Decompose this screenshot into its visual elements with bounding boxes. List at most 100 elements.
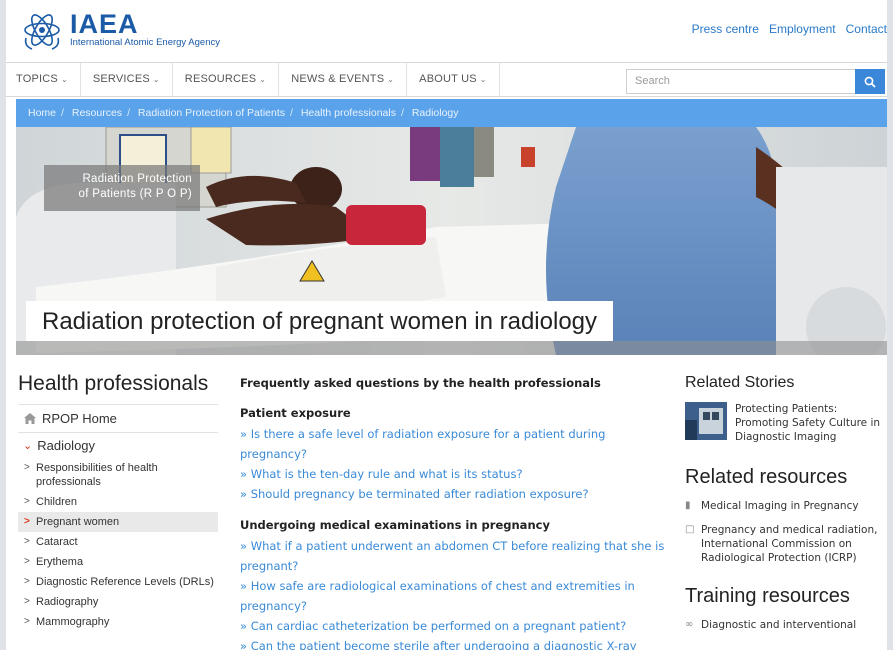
faq-heading: Frequently asked questions by the health…	[240, 376, 601, 390]
rpop-tag-line2: of Patients (R P O P)	[78, 188, 192, 200]
faq-link[interactable]: » What is the ten-day rule and what is i…	[240, 464, 665, 484]
training-link[interactable]: ∞ Diagnostic and interventional	[685, 618, 885, 632]
press-centre-link[interactable]: Press centre	[692, 22, 759, 36]
nav-services[interactable]: SERVICES ⌄	[81, 63, 173, 96]
sidebar-item-label: Diagnostic Reference Levels (DRLs)	[36, 576, 214, 588]
logo-fullname: International Atomic Energy Agency	[70, 37, 220, 48]
search-input[interactable]: Search	[626, 69, 856, 94]
resource-link[interactable]: □ Pregnancy and medical radiation, Inter…	[685, 523, 885, 565]
faq-link[interactable]: » Should pregnancy be terminated after r…	[240, 484, 665, 504]
chevron-down-icon: ⌄	[23, 440, 33, 452]
chevron-down-icon: ⌄	[387, 75, 395, 84]
sidebar-radiology-label: Radiology	[37, 438, 96, 453]
nav-topics[interactable]: TOPICS ⌄	[6, 63, 81, 96]
nav-resources[interactable]: RESOURCES ⌄	[173, 63, 280, 96]
search-icon	[864, 76, 876, 88]
resource-link-text: Pregnancy and medical radiation, Interna…	[701, 524, 878, 564]
faq-link[interactable]: » Is there a safe level of radiation exp…	[240, 424, 665, 464]
faq-link-text: Can the patient become sterile after und…	[250, 639, 637, 650]
sidebar-item-children[interactable]: > Children	[18, 492, 218, 512]
faq-link-text: Should pregnancy be terminated after rad…	[250, 487, 589, 501]
sidebar-item-pregnant-women[interactable]: > Pregnant women	[18, 512, 218, 532]
related-resources-title: Related resources	[685, 466, 848, 488]
training-resources-title: Training resources	[685, 585, 850, 607]
top-links: Press centre Employment Contact	[692, 22, 887, 36]
section-title: Patient exposure	[240, 406, 351, 420]
sidebar-item-erythema[interactable]: > Erythema	[18, 552, 218, 572]
section-title: Undergoing medical examinations in pregn…	[240, 518, 550, 532]
right-sidebar: Related Stories Protecting Patients: Pro…	[685, 374, 885, 642]
faq-link[interactable]: » Can the patient become sterile after u…	[240, 636, 665, 650]
sidebar-item-radiography[interactable]: > Radiography	[18, 592, 218, 612]
nav-resources-label: RESOURCES	[184, 73, 257, 85]
sidebar-item-cataract[interactable]: > Cataract	[18, 532, 218, 552]
nav-news-events-label: NEWS & EVENTS	[291, 73, 385, 85]
chevron-right-icon: >	[24, 462, 30, 473]
main-content: Frequently asked questions by the health…	[240, 376, 665, 650]
faq-link[interactable]: » What if a patient underwent an abdomen…	[240, 536, 665, 576]
chevron-right-icon: >	[24, 616, 30, 627]
chevron-right-icon: >	[24, 536, 30, 547]
nav-about-us-label: ABOUT US	[419, 73, 477, 85]
story-title: Protecting Patients: Promoting Safety Cu…	[735, 403, 881, 443]
sidebar-item-label: Erythema	[36, 556, 84, 568]
sidebar-item-rpop-home[interactable]: RPOP Home	[18, 405, 218, 432]
left-sidebar: Health professionals RPOP Home ⌄ Radiolo…	[18, 372, 218, 632]
search-button[interactable]	[855, 69, 885, 94]
radiology-submenu: > Responsibilities of health professional…	[18, 458, 218, 632]
rpop-tag: Radiation Protection of Patients (R P O …	[44, 165, 200, 211]
employment-link[interactable]: Employment	[769, 22, 836, 36]
faq-link-text: What is the ten-day rule and what is its…	[250, 467, 523, 481]
story-thumbnail	[685, 402, 727, 440]
sidebar-item-label: Mammography	[36, 616, 110, 628]
resource-link-text: Medical Imaging in Pregnancy	[701, 500, 859, 512]
sidebar-home-label: RPOP Home	[42, 411, 117, 426]
faq-link-text: Is there a safe level of radiation expos…	[240, 427, 606, 461]
related-stories-title: Related Stories	[685, 374, 795, 391]
chevron-down-icon: ⌄	[479, 75, 487, 84]
breadcrumb-health-professionals[interactable]: Health professionals	[301, 107, 396, 119]
sidebar-item-label: Pregnant women	[36, 516, 120, 528]
faq-section-patient-exposure: Patient exposure » Is there a safe level…	[240, 406, 665, 504]
contact-link[interactable]: Contact	[846, 22, 887, 36]
related-story[interactable]: Protecting Patients: Promoting Safety Cu…	[685, 402, 885, 444]
faq-link[interactable]: » How safe are radiological examinations…	[240, 576, 665, 616]
nav-about-us[interactable]: ABOUT US ⌄	[407, 63, 500, 96]
home-icon	[24, 413, 36, 424]
page-title: Radiation protection of pregnant women i…	[26, 301, 613, 341]
atom-emblem-icon	[24, 14, 60, 50]
nav-services-label: SERVICES	[92, 73, 150, 85]
faq-link[interactable]: » Can cardiac catheterization be perform…	[240, 616, 665, 636]
rpop-tag-line1: Radiation Protection	[82, 173, 192, 185]
breadcrumb-home[interactable]: Home	[28, 107, 56, 119]
chevron-right-icon: >	[24, 556, 30, 567]
sidebar-item-label: Radiography	[36, 596, 99, 608]
sidebar-item-radiology[interactable]: ⌄ Radiology	[18, 433, 218, 458]
chevron-right-icon: >	[24, 496, 30, 507]
video-icon: ▮	[685, 500, 691, 511]
iaea-logo[interactable]: IAEA International Atomic Energy Agency	[20, 8, 220, 52]
document-icon: □	[685, 524, 695, 535]
breadcrumb: Home / Resources / Radiation Protection of…	[16, 99, 887, 127]
sidebar-title: Health professionals	[18, 372, 209, 395]
link-icon: ∞	[685, 619, 694, 630]
faq-link-text: Can cardiac catheterization be performed…	[250, 619, 627, 633]
hero-banner: Radiation Protection of Patients (R P O …	[16, 127, 887, 355]
nav-news-events[interactable]: NEWS & EVENTS ⌄	[279, 63, 408, 96]
faq-section-examinations: Undergoing medical examinations in pregn…	[240, 518, 665, 650]
resource-link[interactable]: ▮ Medical Imaging in Pregnancy	[685, 499, 885, 513]
sidebar-item-mammography[interactable]: > Mammography	[18, 612, 218, 632]
chevron-right-icon: >	[24, 516, 30, 527]
breadcrumb-rpop[interactable]: Radiation Protection of Patients	[138, 107, 285, 119]
breadcrumb-radiology[interactable]: Radiology	[412, 107, 459, 119]
faq-link-text: How safe are radiological examinations o…	[240, 579, 635, 613]
main-nav: TOPICS ⌄ SERVICES ⌄ RESOURCES ⌄ NEWS & EVEN…	[6, 62, 887, 97]
sidebar-item-label: Cataract	[36, 536, 78, 548]
breadcrumb-resources[interactable]: Resources	[72, 107, 122, 119]
faq-link-text: What if a patient underwent an abdomen C…	[240, 539, 665, 573]
sidebar-item-responsibilities[interactable]: > Responsibilities of health professional…	[18, 458, 218, 492]
nav-topics-label: TOPICS	[16, 73, 58, 85]
chevron-right-icon: >	[24, 596, 30, 607]
chevron-down-icon: ⌄	[259, 75, 267, 84]
sidebar-item-drls[interactable]: > Diagnostic Reference Levels (DRLs)	[18, 572, 218, 592]
